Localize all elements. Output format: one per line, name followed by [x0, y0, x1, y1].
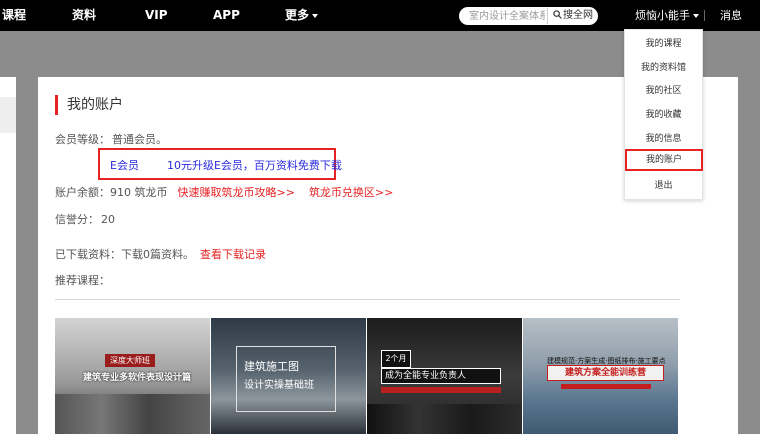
course-title: 建筑施工图	[244, 360, 299, 373]
left-panel-tab	[0, 97, 16, 133]
page-title: 我的账户	[55, 95, 123, 115]
course-banner: 深度大师班	[105, 354, 155, 367]
menu-item-my-favorites[interactable]: 我的收藏	[625, 104, 702, 126]
top-nav: 课程 资料 VIP APP 更多 搜全网 烦恼小能手 消息	[0, 0, 760, 31]
course-red-bar	[561, 384, 651, 389]
menu-item-logout[interactable]: 退出	[625, 175, 702, 197]
credit-row: 信誉分： 20	[55, 211, 115, 227]
nav-app[interactable]: APP	[213, 0, 240, 31]
messages-link[interactable]: 消息	[720, 0, 742, 31]
search-icon	[553, 10, 562, 19]
nav-more-label: 更多	[285, 8, 310, 22]
user-dropdown-menu: 我的课程 我的资料馆 我的社区 我的收藏 我的信息 我的账户 退出	[624, 29, 703, 200]
menu-item-my-account[interactable]: 我的账户	[625, 149, 703, 171]
course-title: 成为全能专业负责人	[381, 368, 501, 384]
nav-divider	[704, 10, 705, 21]
member-level-row: 会员等级： 普通会员。	[55, 131, 167, 147]
course-card[interactable]: 2个月 成为全能专业负责人	[367, 318, 522, 434]
divider	[55, 299, 680, 300]
balance-value: 910 筑龙币	[110, 186, 168, 199]
downloads-label: 已下载资料：	[55, 248, 121, 261]
downloads-row: 已下载资料：下载0篇资料。 查看下载记录	[55, 246, 266, 262]
nav-courses[interactable]: 课程	[2, 0, 26, 31]
course-subtitle: 设计实操基础班	[244, 380, 314, 391]
menu-item-my-courses[interactable]: 我的课程	[625, 33, 702, 55]
chevron-down-icon	[693, 14, 699, 18]
credit-label: 信誉分：	[55, 213, 99, 226]
chevron-down-icon	[312, 13, 319, 18]
course-title: 建筑专业多软件表现设计篇	[83, 373, 192, 383]
left-panel	[0, 77, 16, 434]
course-red-bar	[381, 387, 501, 393]
search-input[interactable]	[469, 9, 545, 23]
course-title: 建筑方案全能训练营	[547, 365, 664, 381]
course-card[interactable]: 深度大师班 建筑专业多软件表现设计篇	[55, 318, 210, 434]
nav-vip[interactable]: VIP	[145, 0, 168, 31]
member-level-value: 普通会员。	[112, 133, 167, 146]
credit-value: 20	[101, 213, 115, 226]
menu-item-my-community[interactable]: 我的社区	[625, 80, 702, 102]
course-card[interactable]: 建模规范·方案生成·图纸排布·施工要点 建筑方案全能训练营	[523, 318, 678, 434]
earn-coins-link[interactable]: 快速赚取筑龙币攻略>>	[178, 186, 295, 199]
upgrade-link[interactable]: 10元升级E会员，百万资料免费下载	[167, 159, 342, 172]
e-member-link[interactable]: E会员	[110, 159, 139, 172]
course-card[interactable]: 建筑施工图 设计实操基础班	[211, 318, 366, 434]
search-box: 搜全网	[459, 7, 598, 25]
download-record-link[interactable]: 查看下载记录	[200, 248, 266, 261]
recommend-label: 推荐课程：	[55, 274, 110, 287]
username: 烦恼小能手	[635, 9, 690, 22]
menu-item-my-library[interactable]: 我的资料馆	[625, 57, 702, 79]
search-button-label: 搜全网	[563, 10, 593, 21]
balance-row: 账户余额：910 筑龙币 快速赚取筑龙币攻略>> 筑龙币兑换区>>	[55, 184, 393, 200]
search-button[interactable]: 搜全网	[547, 8, 597, 24]
user-menu[interactable]: 烦恼小能手	[635, 0, 699, 31]
course-tag: 2个月	[381, 350, 411, 368]
nav-materials[interactable]: 资料	[72, 0, 96, 31]
downloads-value: 下载0篇资料。	[121, 248, 194, 261]
city-image	[367, 404, 522, 434]
menu-item-my-info[interactable]: 我的信息	[625, 128, 702, 150]
balance-label: 账户余额：	[55, 186, 110, 199]
member-level-label: 会员等级：	[55, 133, 110, 146]
upgrade-promo: E会员 10元升级E会员，百万资料免费下载	[110, 157, 342, 173]
nav-more[interactable]: 更多	[285, 0, 319, 31]
exchange-link[interactable]: 筑龙币兑换区>>	[309, 186, 393, 199]
building-image	[55, 394, 210, 434]
